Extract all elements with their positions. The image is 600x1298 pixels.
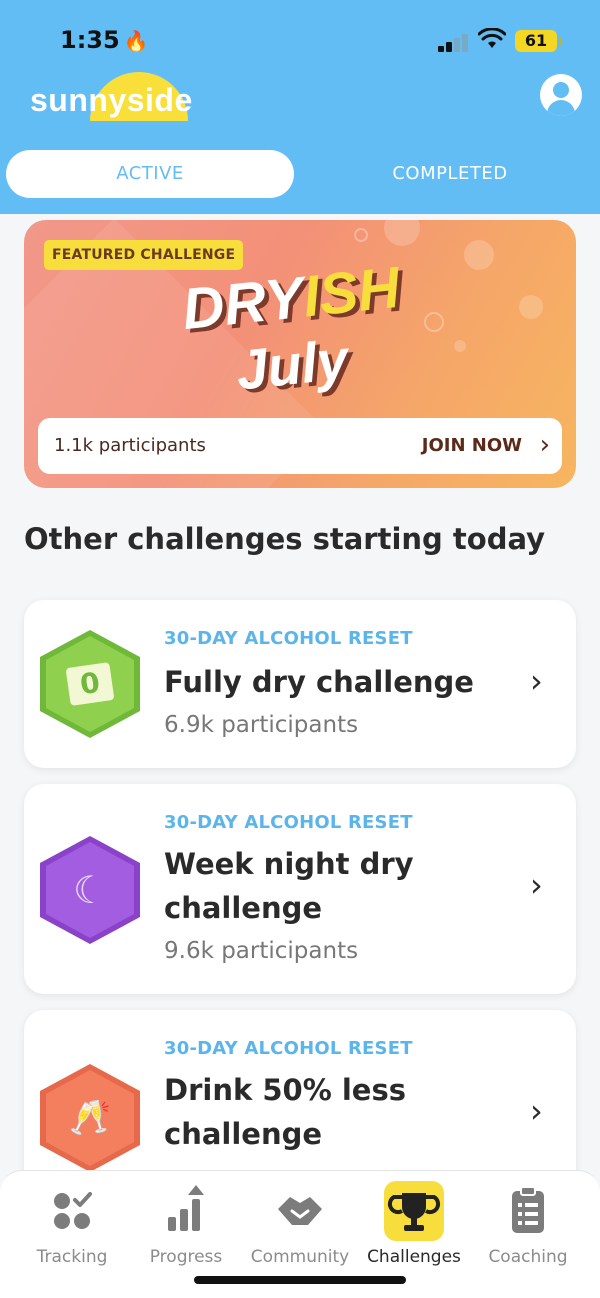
sunnyside-logo: sunnyside bbox=[30, 72, 200, 122]
chevron-right-icon: › bbox=[539, 430, 550, 460]
challenge-kicker: 30-DAY ALCOHOL RESET bbox=[164, 812, 413, 833]
wine-glasses-icon: 🥂 bbox=[40, 1064, 140, 1172]
app-header: 1:35 🔥 61 sunnyside ACTIVE COMPLETED bbox=[0, 0, 600, 214]
join-now-button[interactable]: JOIN NOW bbox=[422, 435, 522, 456]
user-icon bbox=[553, 82, 569, 98]
tab-community[interactable]: Community bbox=[245, 1179, 355, 1269]
featured-badge: FEATURED CHALLENGE bbox=[44, 240, 244, 270]
profile-button[interactable] bbox=[540, 74, 582, 116]
tab-completed[interactable]: COMPLETED bbox=[306, 150, 594, 198]
tab-tracking[interactable]: Tracking bbox=[17, 1179, 127, 1269]
clipboard-icon bbox=[512, 1186, 544, 1233]
challenge-participants: 9.6k participants bbox=[164, 938, 359, 964]
challenge-title: Drink 50% less challenge bbox=[164, 1073, 406, 1151]
challenge-kicker: 30-DAY ALCOHOL RESET bbox=[164, 628, 413, 649]
battery-indicator: 61 bbox=[515, 30, 562, 52]
flame-icon: 🔥 bbox=[123, 29, 149, 53]
tab-active[interactable]: ACTIVE bbox=[6, 150, 294, 198]
chevron-right-icon: › bbox=[530, 1092, 543, 1130]
cellular-signal-icon bbox=[438, 32, 470, 52]
challenge-kicker: 30-DAY ALCOHOL RESET bbox=[164, 1038, 413, 1059]
progress-icon bbox=[168, 1185, 204, 1231]
status-time: 1:35 🔥 bbox=[60, 26, 149, 54]
status-bar: 1:35 🔥 61 bbox=[0, 22, 600, 62]
logo-wordmark: sunnyside bbox=[30, 82, 193, 118]
challenge-participants: 6.9k participants bbox=[164, 712, 359, 738]
challenge-title: Fully dry challenge bbox=[164, 665, 474, 699]
join-bar[interactable]: 1.1k participants JOIN NOW › bbox=[38, 418, 562, 474]
trophy-icon bbox=[384, 1181, 444, 1241]
chevron-right-icon: › bbox=[530, 662, 543, 700]
home-indicator[interactable] bbox=[194, 1276, 406, 1284]
challenge-title: Week night dry challenge bbox=[164, 847, 414, 925]
tab-coaching[interactable]: Coaching bbox=[473, 1179, 583, 1269]
handshake-icon bbox=[278, 1197, 322, 1225]
challenge-card[interactable]: 0 30-DAY ALCOHOL RESET Fully dry challen… bbox=[24, 600, 576, 768]
featured-challenge-card[interactable]: FEATURED CHALLENGE DRYISH July 1.1k part… bbox=[24, 220, 576, 488]
wifi-icon bbox=[478, 28, 506, 48]
chevron-right-icon: › bbox=[530, 866, 543, 904]
moon-clouds-icon: ☾ bbox=[40, 836, 140, 944]
tracking-icon bbox=[54, 1192, 92, 1229]
featured-participants: 1.1k participants bbox=[54, 435, 206, 456]
challenge-card[interactable]: ☾ 30-DAY ALCOHOL RESET Week night dry ch… bbox=[24, 784, 576, 994]
tab-challenges[interactable]: Challenges bbox=[359, 1179, 469, 1269]
section-title: Other challenges starting today bbox=[24, 522, 546, 556]
featured-title-month: July bbox=[233, 327, 352, 402]
calendar-zero-icon: 0 bbox=[40, 630, 140, 738]
tab-progress[interactable]: Progress bbox=[131, 1179, 241, 1269]
